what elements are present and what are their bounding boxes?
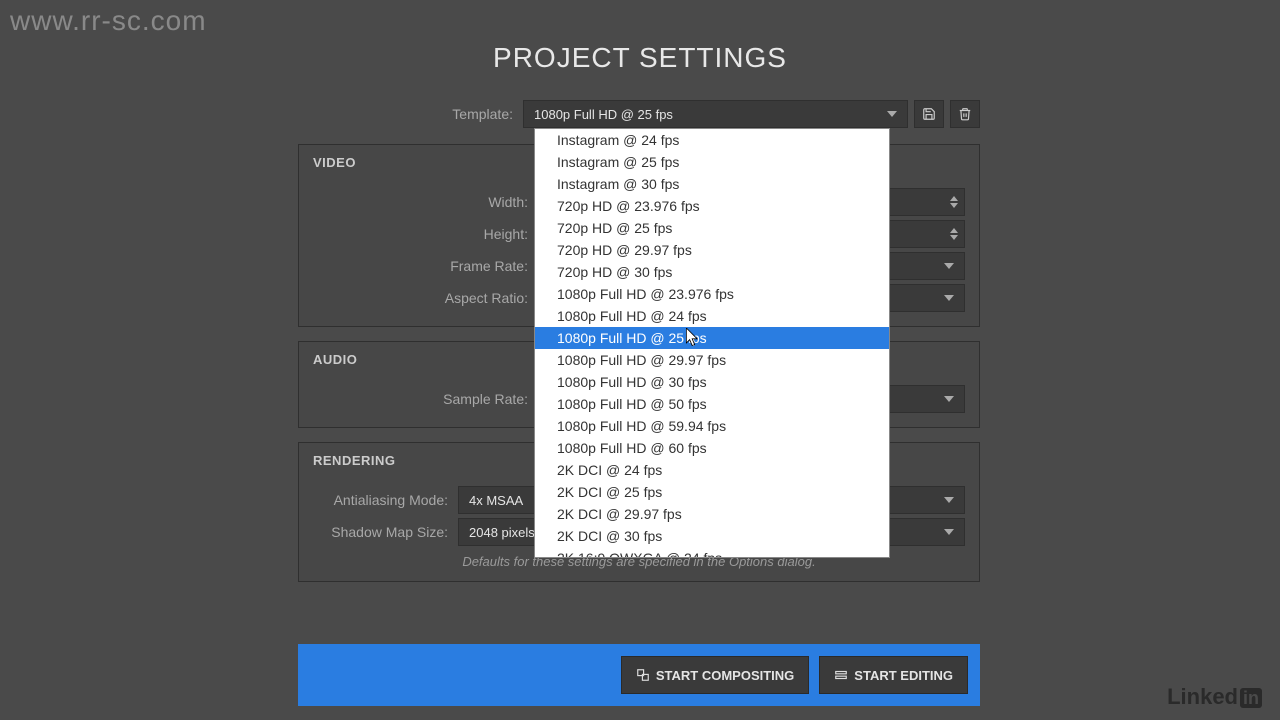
template-option[interactable]: 2K 16:9 QWXGA @ 24 fps bbox=[535, 547, 889, 558]
template-dropdown[interactable]: 1080p Full HD @ 25 fps bbox=[523, 100, 908, 128]
linkedin-logo: Linkedin bbox=[1167, 684, 1262, 710]
width-label: Width: bbox=[313, 194, 538, 210]
chevron-down-icon bbox=[944, 529, 954, 535]
template-option[interactable]: Instagram @ 24 fps bbox=[535, 129, 889, 151]
chevron-up-icon bbox=[950, 196, 958, 201]
chevron-up-icon bbox=[950, 228, 958, 233]
chevron-down-icon bbox=[950, 203, 958, 208]
template-option[interactable]: 1080p Full HD @ 30 fps bbox=[535, 371, 889, 393]
aa-value: 4x MSAA bbox=[469, 493, 523, 508]
template-option[interactable]: 720p HD @ 29.97 fps bbox=[535, 239, 889, 261]
delete-template-button[interactable] bbox=[950, 100, 980, 128]
page-title: PROJECT SETTINGS bbox=[0, 42, 1280, 74]
template-option[interactable]: 720p HD @ 30 fps bbox=[535, 261, 889, 283]
template-option[interactable]: 2K DCI @ 30 fps bbox=[535, 525, 889, 547]
start-compositing-label: START COMPOSITING bbox=[656, 668, 794, 683]
shadow-label: Shadow Map Size: bbox=[313, 524, 458, 540]
footer-bar: START COMPOSITING START EDITING bbox=[298, 644, 980, 706]
template-option[interactable]: 1080p Full HD @ 29.97 fps bbox=[535, 349, 889, 371]
template-option[interactable]: Instagram @ 25 fps bbox=[535, 151, 889, 173]
template-option[interactable]: 2K DCI @ 24 fps bbox=[535, 459, 889, 481]
template-option[interactable]: 2K DCI @ 25 fps bbox=[535, 481, 889, 503]
template-dropdown-list[interactable]: Instagram @ 24 fpsInstagram @ 25 fpsInst… bbox=[534, 128, 890, 558]
compositing-icon bbox=[636, 668, 650, 682]
template-option[interactable]: 1080p Full HD @ 50 fps bbox=[535, 393, 889, 415]
height-label: Height: bbox=[313, 226, 538, 242]
chevron-down-icon bbox=[887, 111, 897, 117]
template-option[interactable]: 1080p Full HD @ 25 fps bbox=[535, 327, 889, 349]
template-option[interactable]: 2K DCI @ 29.97 fps bbox=[535, 503, 889, 525]
template-label: Template: bbox=[298, 106, 523, 122]
template-option[interactable]: 1080p Full HD @ 60 fps bbox=[535, 437, 889, 459]
start-compositing-button[interactable]: START COMPOSITING bbox=[621, 656, 809, 694]
aa-label: Antialiasing Mode: bbox=[313, 492, 458, 508]
template-option[interactable]: 1080p Full HD @ 59.94 fps bbox=[535, 415, 889, 437]
chevron-down-icon bbox=[944, 263, 954, 269]
chevron-down-icon bbox=[950, 235, 958, 240]
start-editing-label: START EDITING bbox=[854, 668, 953, 683]
watermark-url: www.rr-sc.com bbox=[10, 5, 207, 37]
shadow-value: 2048 pixels bbox=[469, 525, 535, 540]
template-option[interactable]: 720p HD @ 23.976 fps bbox=[535, 195, 889, 217]
samplerate-label: Sample Rate: bbox=[313, 391, 538, 407]
save-icon bbox=[922, 107, 936, 121]
save-template-button[interactable] bbox=[914, 100, 944, 128]
template-option[interactable]: 720p HD @ 25 fps bbox=[535, 217, 889, 239]
aspect-label: Aspect Ratio: bbox=[313, 290, 538, 306]
template-option[interactable]: 1080p Full HD @ 24 fps bbox=[535, 305, 889, 327]
trash-icon bbox=[958, 107, 972, 121]
chevron-down-icon bbox=[944, 295, 954, 301]
chevron-down-icon bbox=[944, 497, 954, 503]
chevron-down-icon bbox=[944, 396, 954, 402]
template-option[interactable]: Instagram @ 30 fps bbox=[535, 173, 889, 195]
framerate-label: Frame Rate: bbox=[313, 258, 538, 274]
cursor-icon bbox=[686, 328, 700, 348]
template-selected-value: 1080p Full HD @ 25 fps bbox=[534, 107, 673, 122]
editing-icon bbox=[834, 668, 848, 682]
template-option[interactable]: 1080p Full HD @ 23.976 fps bbox=[535, 283, 889, 305]
start-editing-button[interactable]: START EDITING bbox=[819, 656, 968, 694]
